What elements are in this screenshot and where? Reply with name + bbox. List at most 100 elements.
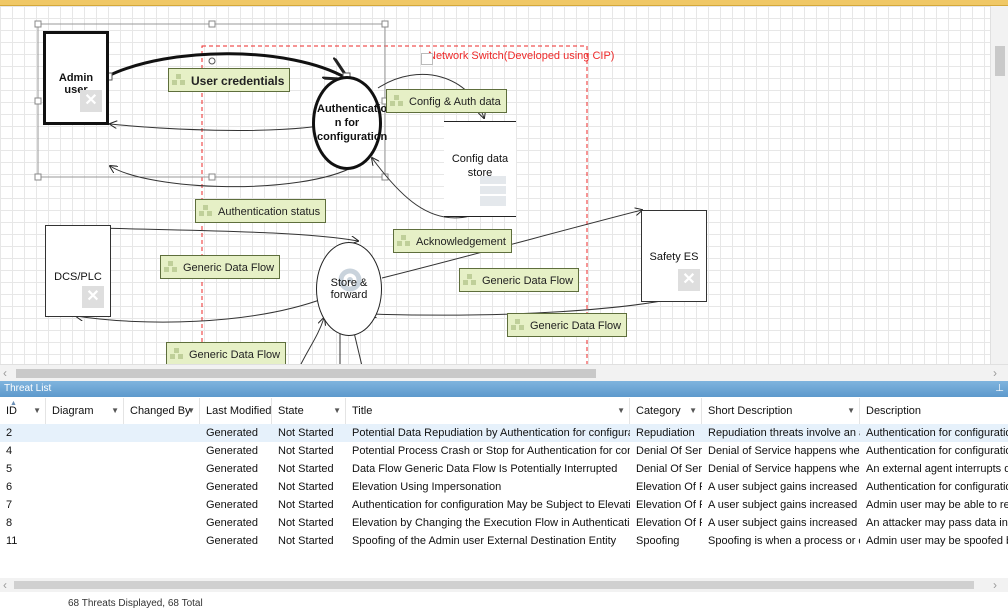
dropdown-icon[interactable]: ▼: [111, 398, 119, 424]
column-header-label: State: [278, 405, 304, 417]
cell-short-description: Spoofing is when a process or entity...: [708, 535, 860, 547]
flow-label-authentication-status[interactable]: Authentication status: [195, 199, 327, 223]
flow-label-config-auth-data[interactable]: Config & Auth data: [386, 89, 507, 113]
dropdown-icon[interactable]: ▼: [33, 398, 41, 424]
cell-category: Spoofing: [636, 535, 680, 547]
threat-table-header: ▲ ID ▼ Diagram ▼ Changed By ▼ Last Modif…: [0, 398, 1008, 425]
cell-short-description: A user subject gains increased capab...: [708, 499, 860, 511]
dropdown-icon[interactable]: ▼: [333, 398, 341, 424]
x-icon: ✕: [82, 286, 104, 308]
cell-diagram: [46, 496, 124, 514]
column-header-diagram[interactable]: Diagram ▼: [46, 398, 124, 424]
scroll-right-icon[interactable]: ›: [993, 366, 997, 380]
datastore-config[interactable]: Config data store: [444, 121, 516, 217]
process-store-forward-label: Store & forward: [330, 277, 368, 301]
cell-category: Elevation Of Pr...: [636, 499, 702, 511]
flow-label-generic-1[interactable]: Generic Data Flow: [160, 255, 281, 279]
cell-short-description: Denial of Service happens when the...: [708, 463, 860, 475]
cell-changed-by: [124, 460, 200, 478]
cell-description: Authentication for configuration m: [866, 481, 1008, 493]
flow-label-text: Acknowledgement: [416, 236, 506, 248]
cell-id: 8: [6, 517, 13, 529]
dataflow-icon: [390, 95, 403, 106]
canvas-vertical-scrollbar[interactable]: [990, 6, 1008, 364]
dataflow-icon: [164, 261, 177, 272]
scrollbar-thumb[interactable]: [14, 581, 974, 589]
cell-id: 5: [6, 463, 13, 475]
column-header-category[interactable]: Category ▼: [630, 398, 702, 424]
cell-state: Not Started: [278, 499, 334, 511]
column-header-last-modified[interactable]: Last Modified: [200, 398, 272, 424]
cell-state: Not Started: [278, 427, 334, 439]
cell-state: Not Started: [278, 463, 334, 475]
table-row[interactable]: 6 Generated Not Started Elevation Using …: [0, 478, 1008, 496]
table-horizontal-scrollbar[interactable]: ‹ ›: [0, 578, 1008, 592]
table-row[interactable]: 5 Generated Not Started Data Flow Generi…: [0, 460, 1008, 478]
canvas-horizontal-scrollbar[interactable]: ‹ ›: [0, 364, 1008, 381]
cell-changed-by: [124, 532, 200, 550]
cell-description: An attacker may pass data into Aut: [866, 517, 1008, 529]
cell-description: An external agent interrupts data fl: [866, 463, 1008, 475]
boundary-handle-icon[interactable]: [421, 53, 433, 65]
column-header-id[interactable]: ▲ ID ▼: [0, 398, 46, 424]
column-header-state[interactable]: State ▼: [272, 398, 346, 424]
cell-short-description: A user subject gains increased capab...: [708, 517, 860, 529]
pin-icon[interactable]: ⊥: [995, 381, 1004, 397]
cell-state: Not Started: [278, 535, 334, 547]
threat-count-status: 68 Threats Displayed, 68 Total: [68, 598, 203, 609]
entity-dcs-plc[interactable]: DCS/PLC ✕: [45, 225, 111, 317]
scrollbar-thumb[interactable]: [16, 369, 596, 378]
dropdown-icon[interactable]: ▼: [847, 398, 855, 424]
dropdown-icon[interactable]: ▼: [689, 398, 697, 424]
cell-title: Elevation Using Impersonation: [352, 481, 502, 493]
dropdown-icon[interactable]: ▼: [617, 398, 625, 424]
cell-state: Not Started: [278, 517, 334, 529]
cell-changed-by: [124, 514, 200, 532]
cell-title: Potential Process Crash or Stop for Auth…: [352, 445, 630, 457]
flow-label-text: Generic Data Flow: [189, 349, 281, 361]
cell-category: Denial Of Servi...: [636, 445, 702, 457]
flow-label-generic-4[interactable]: Generic Data Flow: [166, 342, 287, 364]
table-row[interactable]: 11 Generated Not Started Spoofing of the…: [0, 532, 1008, 550]
cell-id: 6: [6, 481, 13, 493]
entity-safety-es[interactable]: Safety ES ✕: [641, 210, 707, 302]
cell-changed-by: [124, 424, 200, 442]
scroll-left-icon[interactable]: ‹: [3, 578, 7, 592]
column-header-description[interactable]: Description: [860, 398, 1008, 424]
scroll-left-icon[interactable]: ‹: [3, 366, 7, 380]
table-row[interactable]: 4 Generated Not Started Potential Proces…: [0, 442, 1008, 460]
cell-changed-by: [124, 442, 200, 460]
column-header-changed-by[interactable]: Changed By ▼: [124, 398, 200, 424]
process-store-forward[interactable]: Store & forward: [316, 242, 382, 336]
dataflow-icon: [397, 235, 410, 246]
cell-category: Elevation Of Pr...: [636, 517, 702, 529]
scroll-right-icon[interactable]: ›: [993, 578, 997, 592]
cell-state: Not Started: [278, 445, 334, 457]
threat-list-title: Threat List: [4, 383, 52, 394]
scrollbar-thumb[interactable]: [995, 46, 1005, 76]
flow-label-generic-3[interactable]: Generic Data Flow: [507, 313, 628, 337]
table-row[interactable]: 7 Generated Not Started Authentication f…: [0, 496, 1008, 514]
cell-diagram: [46, 442, 124, 460]
flow-label-acknowledgement[interactable]: Acknowledgement: [393, 229, 512, 253]
column-header-title[interactable]: Title ▼: [346, 398, 630, 424]
table-row[interactable]: 2 Generated Not Started Potential Data R…: [0, 424, 1008, 442]
flow-label-text: Config & Auth data: [409, 96, 501, 108]
entity-admin-user[interactable]: Admin user ✕: [43, 31, 109, 125]
table-row[interactable]: 8 Generated Not Started Elevation by Cha…: [0, 514, 1008, 532]
column-header-short-description[interactable]: Short Description ▼: [702, 398, 860, 424]
dropdown-icon[interactable]: ▼: [187, 398, 195, 424]
cell-id: 7: [6, 499, 13, 511]
cell-last-modified: Generated: [206, 463, 258, 475]
cell-description: Authentication for configuration cr: [866, 445, 1008, 457]
diagram-canvas[interactable]: Network Switch(Developed using CIP) Admi…: [0, 6, 990, 364]
cell-short-description: Denial of Service happens when the...: [708, 445, 860, 457]
threat-list-panel: Threat List ⊥ ▲ ID ▼ Diagram ▼ Changed B…: [0, 381, 1008, 615]
cell-id: 11: [6, 535, 18, 547]
process-authentication[interactable]: Authenticatio n for configuration: [312, 76, 387, 170]
cell-last-modified: Generated: [206, 499, 258, 511]
dataflow-icon: [511, 319, 524, 330]
cell-last-modified: Generated: [206, 535, 258, 547]
flow-label-user-credentials[interactable]: User credentials: [168, 68, 291, 92]
flow-label-generic-2[interactable]: Generic Data Flow: [459, 268, 580, 292]
